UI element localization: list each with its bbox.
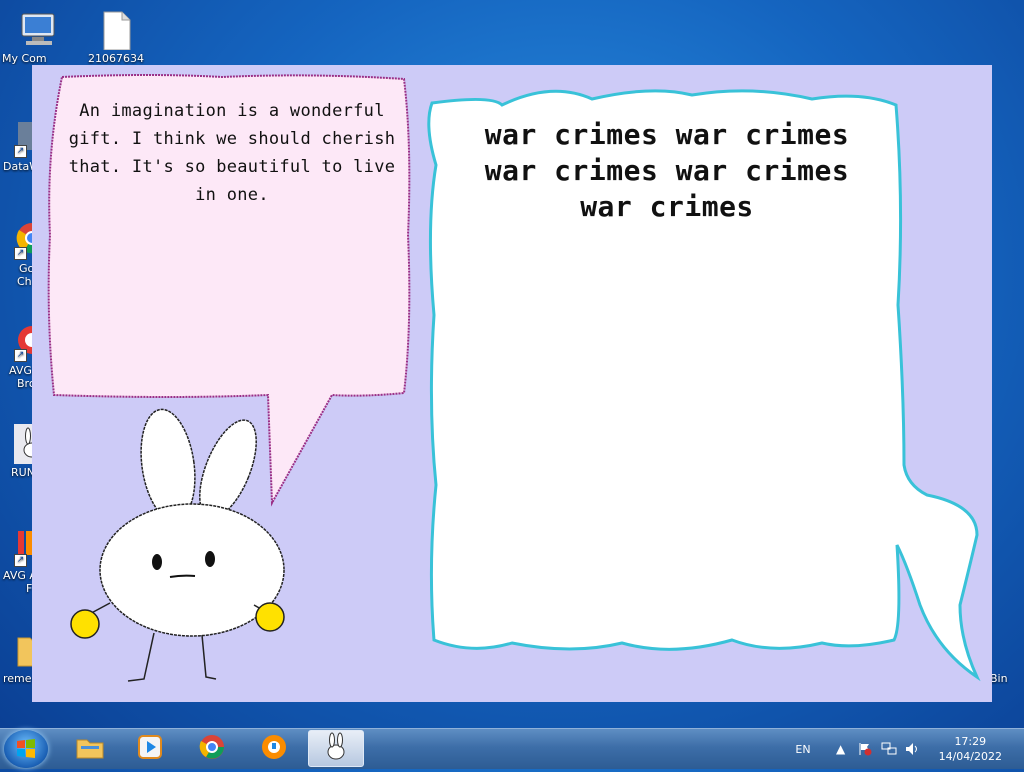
media-player-icon — [137, 734, 163, 764]
left-bubble-text: An imagination is a wonderful gift. I th… — [68, 101, 396, 205]
desktop-icon-label: My Com — [2, 52, 47, 65]
language-indicator[interactable]: EN — [795, 743, 810, 756]
bunny-app-icon — [322, 732, 350, 766]
desktop-icon-my-computer[interactable]: My Com — [0, 10, 76, 65]
shortcut-arrow-icon: ↗ — [14, 145, 27, 158]
windows-start-icon[interactable] — [4, 730, 48, 768]
taskbar-file-explorer-button[interactable] — [62, 730, 118, 767]
computer-icon — [18, 10, 58, 50]
file-explorer-icon — [75, 734, 105, 764]
desktop-icon-label: 21067634 — [88, 52, 144, 65]
chrome-icon — [198, 733, 226, 765]
network-icon[interactable] — [881, 741, 897, 757]
taskbar-avg-browser-button[interactable] — [246, 730, 302, 767]
clock-date: 14/04/2022 — [938, 750, 1002, 763]
shortcut-arrow-icon: ↗ — [14, 349, 27, 362]
recycle-bin-icon — [992, 630, 1024, 670]
shortcut-arrow-icon: ↗ — [14, 554, 27, 567]
taskbar-chrome-button[interactable] — [184, 730, 240, 767]
taskbar-bunny-app-button[interactable] — [308, 730, 364, 767]
taskbar: EN ▲ 17:29 14/04/2022 — [0, 728, 1024, 769]
document-icon — [96, 10, 136, 51]
action-center-flag-icon[interactable] — [857, 741, 873, 757]
avg-browser-icon — [260, 733, 288, 765]
clock[interactable]: 17:29 14/04/2022 — [939, 734, 1002, 764]
taskbar-media-player-button[interactable] — [122, 730, 178, 767]
right-bubble-text: war crimes war crimes war crimes war cri… — [484, 118, 850, 223]
desktop-icon-file[interactable]: 21067634 — [78, 10, 154, 65]
show-hidden-icons-icon[interactable]: ▲ — [833, 741, 849, 757]
bunny-character — [70, 408, 285, 682]
speech-bubble-app-window[interactable]: An imagination is a wonderful gift. I th… — [32, 65, 992, 702]
volume-icon[interactable] — [905, 741, 921, 757]
shortcut-arrow-icon: ↗ — [14, 247, 27, 260]
system-tray: EN ▲ 17:29 14/04/2022 — [795, 729, 1024, 769]
clock-time: 17:29 — [954, 735, 987, 748]
